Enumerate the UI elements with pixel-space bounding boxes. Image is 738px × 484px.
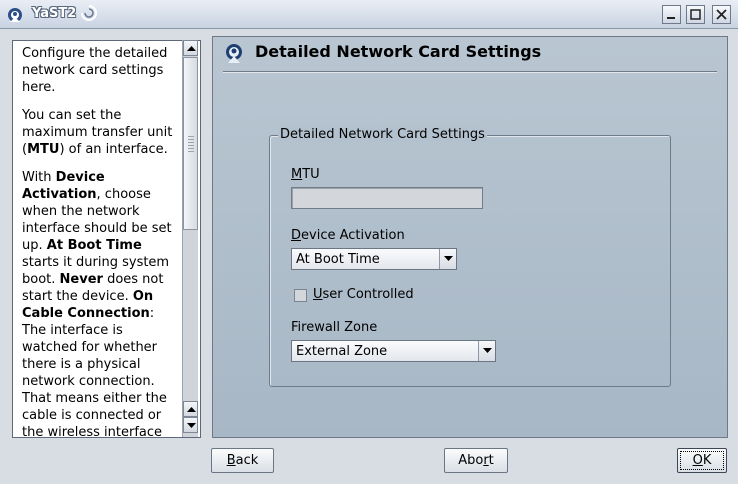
mtu-label: MTU	[291, 167, 320, 182]
close-button[interactable]	[712, 5, 731, 24]
help-scrollbar[interactable]	[182, 40, 198, 437]
scroll-up-button[interactable]	[183, 40, 198, 56]
arrow-down-icon	[187, 423, 196, 428]
firewall-zone-value: External Zone	[296, 344, 388, 359]
arrow-up-icon	[187, 46, 196, 51]
device-activation-dropdown-button[interactable]	[439, 249, 456, 269]
settings-frame-title: Detailed Network Card Settings	[278, 127, 487, 142]
mtu-field[interactable]	[291, 187, 483, 209]
settings-frame: Detailed Network Card Settings MTU Devic…	[269, 127, 671, 387]
maximize-button[interactable]	[686, 5, 705, 24]
content-pane: Detailed Network Card Settings Detailed …	[212, 36, 728, 438]
minimize-button[interactable]	[662, 5, 681, 24]
help-text-run: : The interface is watched for whether t…	[22, 306, 167, 438]
help-bold-term: At Boot Time	[46, 238, 142, 253]
help-text-run: ) of an interface.	[59, 142, 168, 157]
chevron-down-icon	[483, 348, 492, 353]
help-paragraph: You can set the maximum transfer unit (M…	[22, 107, 182, 158]
arrow-up-icon	[187, 407, 196, 412]
device-activation-select[interactable]: At Boot Time	[291, 248, 457, 270]
close-icon	[716, 9, 727, 20]
chevron-down-icon	[444, 256, 453, 261]
title-bar: YaST2	[0, 0, 738, 29]
yast-network-icon	[226, 44, 242, 63]
help-bold-term: Never	[59, 272, 103, 287]
scroll-down-button[interactable]	[183, 417, 198, 433]
user-controlled-label: User Controlled	[313, 287, 414, 302]
back-button[interactable]: Back	[211, 448, 274, 473]
help-text-run: With	[22, 170, 56, 185]
help-paragraph: With Device Activation, choose when the …	[22, 169, 182, 438]
maximize-icon	[690, 9, 701, 20]
abort-button[interactable]: Abort	[444, 448, 508, 473]
user-controlled-checkbox[interactable]	[294, 289, 307, 302]
help-pane: Configure the detailed network card sett…	[12, 40, 201, 438]
yast-logo-icon	[8, 8, 22, 22]
help-text: Configure the detailed network card sett…	[22, 45, 182, 438]
header-divider	[223, 71, 717, 73]
minimize-icon	[667, 17, 675, 19]
firewall-zone-select[interactable]: External Zone	[291, 340, 496, 362]
firewall-zone-dropdown-button[interactable]	[478, 341, 495, 361]
help-bold-term: MTU	[27, 142, 60, 157]
help-text-run: Configure the detailed network card sett…	[22, 46, 168, 95]
firewall-zone-label: Firewall Zone	[291, 320, 378, 335]
window-title: YaST2	[32, 6, 77, 21]
ok-button[interactable]: OK	[677, 448, 727, 473]
scroll-thumb[interactable]	[183, 57, 198, 230]
help-paragraph: Configure the detailed network card sett…	[22, 45, 182, 96]
device-activation-label: Device Activation	[291, 228, 405, 243]
device-activation-value: At Boot Time	[296, 252, 380, 267]
scroll-up-button-lower[interactable]	[183, 401, 198, 417]
dialog-title: Detailed Network Card Settings	[255, 42, 542, 61]
swirl-icon	[81, 5, 97, 21]
